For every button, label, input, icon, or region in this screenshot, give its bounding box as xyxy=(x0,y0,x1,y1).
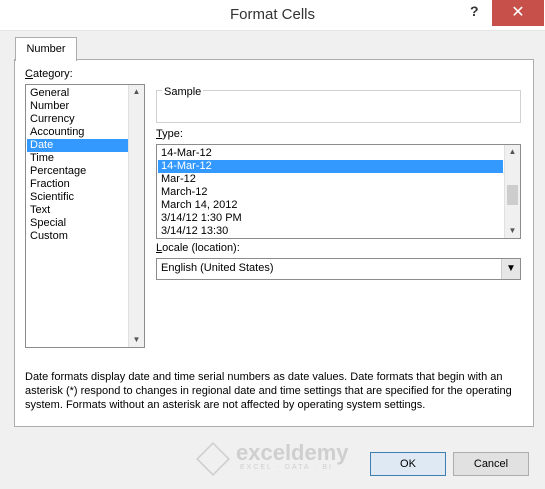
scroll-up-icon[interactable]: ▲ xyxy=(129,85,144,99)
exceldemy-logo-icon xyxy=(196,442,230,476)
category-list[interactable]: General Number Currency Accounting Date … xyxy=(25,84,145,348)
window-title: Format Cells xyxy=(229,6,315,23)
category-item-scientific[interactable]: Scientific xyxy=(27,191,133,204)
close-button[interactable]: ✕ xyxy=(492,0,544,26)
watermark: exceldemy EXCEL · DATA · BI xyxy=(196,440,358,476)
category-item-percentage[interactable]: Percentage xyxy=(27,165,133,178)
category-label-text: ategory: xyxy=(32,68,73,80)
locale-label-text: ocale (location): xyxy=(162,242,240,254)
category-scrollbar[interactable]: ▲ ▼ xyxy=(128,85,144,347)
watermark-name: exceldemy xyxy=(236,440,349,465)
category-label: Category: xyxy=(25,68,73,80)
sample-box xyxy=(156,90,521,123)
tab-number[interactable]: Number xyxy=(15,37,77,61)
category-item-custom[interactable]: Custom xyxy=(27,230,133,243)
watermark-tagline: EXCEL · DATA · BI xyxy=(240,464,333,471)
category-item-currency[interactable]: Currency xyxy=(27,113,133,126)
scroll-down-icon[interactable]: ▼ xyxy=(505,224,520,238)
chevron-down-icon[interactable]: ▼ xyxy=(501,259,520,279)
ok-button[interactable]: OK xyxy=(370,452,446,476)
type-list[interactable]: 14-Mar-12 14-Mar-12 Mar-12 March-12 Marc… xyxy=(156,144,521,239)
category-item-date[interactable]: Date xyxy=(27,139,133,152)
type-item[interactable]: March 14, 2012 xyxy=(158,199,503,212)
type-label: Type: xyxy=(156,128,183,140)
category-item-fraction[interactable]: Fraction xyxy=(27,178,133,191)
cancel-button[interactable]: Cancel xyxy=(453,452,529,476)
type-input[interactable]: 14-Mar-12 xyxy=(158,147,503,160)
scroll-down-icon[interactable]: ▼ xyxy=(129,333,144,347)
scroll-thumb[interactable] xyxy=(507,185,518,205)
type-item[interactable]: 14-Mar-12 xyxy=(158,160,503,173)
locale-label: Locale (location): xyxy=(156,242,240,254)
type-item[interactable]: 3/14/12 1:30 PM xyxy=(158,212,503,225)
category-item-time[interactable]: Time xyxy=(27,152,133,165)
category-item-text[interactable]: Text xyxy=(27,204,133,217)
description-text: Date formats display date and time seria… xyxy=(25,371,512,411)
category-item-accounting[interactable]: Accounting xyxy=(27,126,133,139)
type-item[interactable]: March-12 xyxy=(158,186,503,199)
help-icon[interactable]: ? xyxy=(470,3,479,19)
category-item-special[interactable]: Special xyxy=(27,217,133,230)
type-label-text: ype: xyxy=(162,128,183,140)
type-scrollbar[interactable]: ▲ ▼ xyxy=(504,145,520,238)
type-item[interactable]: 3/14/12 13:30 xyxy=(158,225,503,238)
category-item-number[interactable]: Number xyxy=(27,100,133,113)
scroll-up-icon[interactable]: ▲ xyxy=(505,145,520,159)
locale-value: English (United States) xyxy=(161,262,274,274)
locale-select[interactable]: English (United States) ▼ xyxy=(156,258,521,280)
category-item-general[interactable]: General xyxy=(27,87,133,100)
sample-label: Sample xyxy=(162,86,204,98)
type-item[interactable]: Mar-12 xyxy=(158,173,503,186)
